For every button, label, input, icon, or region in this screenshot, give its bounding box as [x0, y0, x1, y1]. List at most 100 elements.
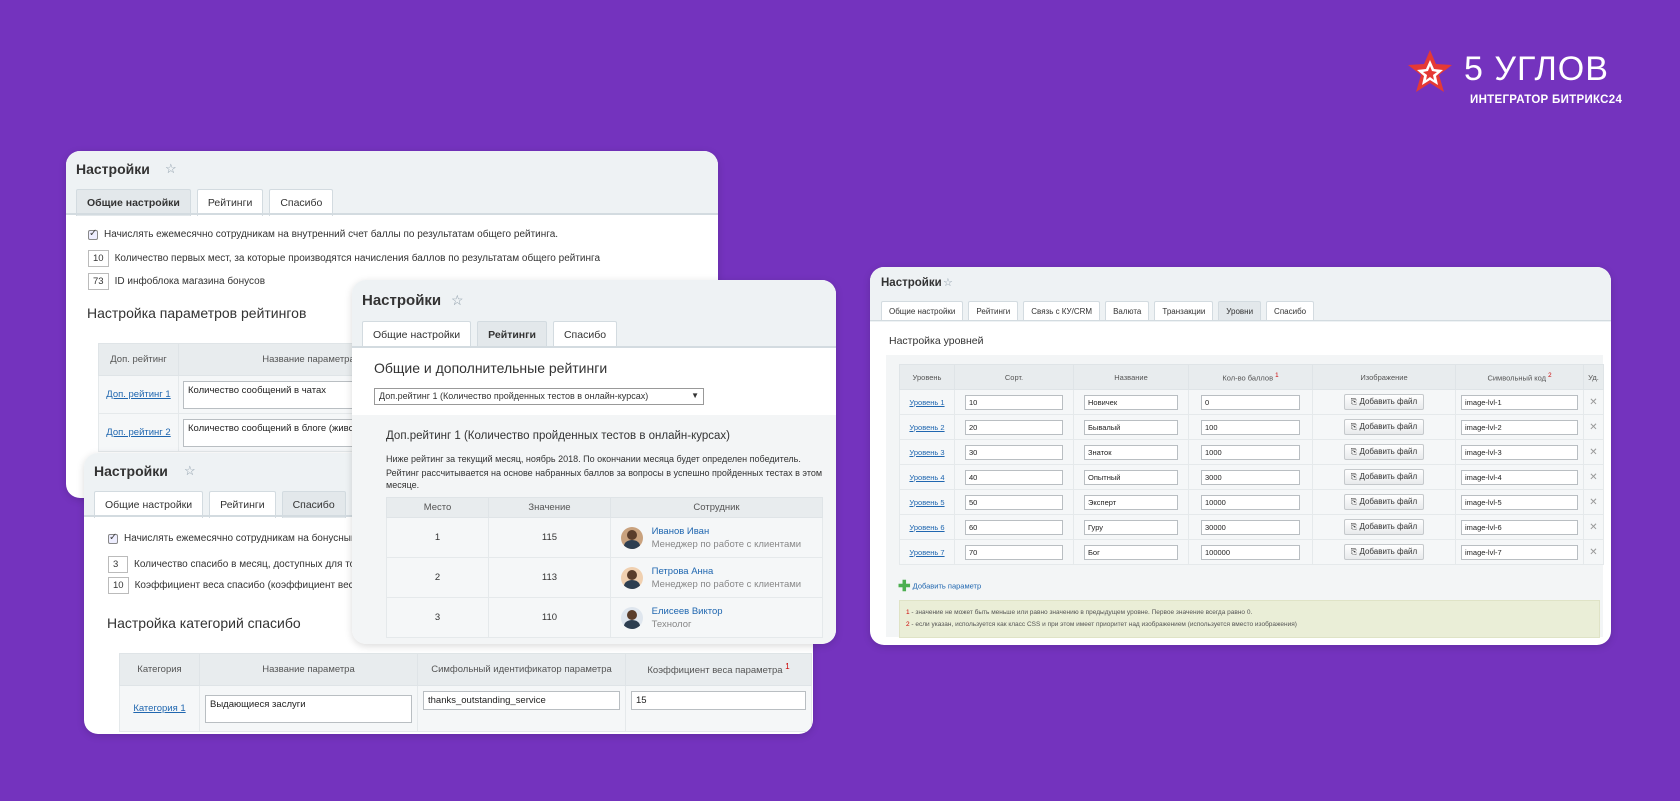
delete-icon[interactable]: ✕: [1589, 497, 1597, 508]
sort-input[interactable]: 70: [965, 544, 1063, 560]
tab-thanks[interactable]: Спасибо: [1266, 301, 1315, 321]
level-link[interactable]: Уровень 1: [909, 398, 944, 407]
places-input[interactable]: 10: [88, 250, 109, 267]
favorite-star-icon[interactable]: ☆: [165, 161, 177, 177]
add-file-button[interactable]: ⎘ Добавить файл: [1343, 544, 1425, 560]
monthly-bonus-checkbox[interactable]: [108, 532, 118, 544]
rating-description: Рейтинг рассчитывается на основе набранн…: [386, 468, 823, 478]
level-link[interactable]: Уровень 6: [909, 523, 944, 532]
points-input[interactable]: 1000: [1201, 444, 1300, 460]
level-name-input[interactable]: Бывалый: [1084, 419, 1178, 435]
level-link[interactable]: Уровень 5: [909, 498, 944, 507]
tab-ratings[interactable]: Рейтинги: [477, 321, 547, 348]
level-link[interactable]: Уровень 3: [909, 448, 944, 457]
tab-ratings[interactable]: Рейтинги: [968, 301, 1019, 321]
favorite-star-icon[interactable]: ☆: [184, 463, 196, 479]
tab-levels[interactable]: Уровни: [1218, 301, 1262, 321]
add-file-button[interactable]: ⎘ Добавить файл: [1343, 519, 1425, 535]
code-input[interactable]: image-lvl-4: [1461, 469, 1578, 485]
code-input[interactable]: image-lvl-7: [1461, 544, 1578, 560]
col-header: Уровень: [899, 364, 955, 390]
code-input[interactable]: image-lvl-1: [1461, 394, 1578, 410]
tab-general[interactable]: Общие настройки: [881, 301, 964, 321]
tab-crm[interactable]: Связь с КУ/CRM: [1023, 301, 1101, 321]
sort-input[interactable]: 60: [965, 519, 1063, 535]
employee-link[interactable]: Петрова Анна: [652, 565, 801, 578]
monthly-points-checkbox[interactable]: [88, 228, 98, 240]
tab-general[interactable]: Общие настройки: [94, 491, 204, 518]
code-input[interactable]: image-lvl-5: [1461, 494, 1578, 510]
paperclip-icon: ⎘: [1350, 422, 1358, 431]
thanks-count-row: 3 Количество спасибо в месяц, доступных д…: [108, 556, 380, 573]
rating-select[interactable]: Доп.рейтинг 1 (Количество пройденных тес…: [374, 388, 704, 405]
level-name-input[interactable]: Знаток: [1084, 444, 1178, 460]
code-input[interactable]: image-lvl-3: [1461, 444, 1578, 460]
iblock-input[interactable]: 73: [88, 273, 109, 290]
add-file-button[interactable]: ⎘ Добавить файл: [1343, 494, 1425, 510]
delete-icon[interactable]: ✕: [1589, 472, 1597, 483]
code-input[interactable]: image-lvl-6: [1461, 519, 1578, 535]
points-input[interactable]: 100000: [1201, 544, 1300, 560]
delete-icon[interactable]: ✕: [1589, 422, 1597, 433]
col-header: Кол-во баллов 1: [1188, 364, 1313, 390]
page-title: Настройки: [362, 292, 442, 309]
category-name-input[interactable]: Выдающиеся заслуги: [205, 694, 412, 723]
sort-input[interactable]: 10: [965, 394, 1063, 410]
points-input[interactable]: 3000: [1201, 469, 1300, 485]
tab-thanks[interactable]: Спасибо: [269, 189, 334, 216]
monthly-points-row: Начислять ежемесячно сотрудникам на внут…: [88, 228, 558, 240]
level-name-input[interactable]: Гуру: [1084, 519, 1178, 535]
category-coef-input[interactable]: 15: [631, 691, 806, 710]
tab-general[interactable]: Общие настройки: [76, 189, 191, 216]
brand-logo: 5 УГЛОВ ИНТЕГРАТОР БИТРИКС24: [1408, 48, 1622, 108]
tab-general[interactable]: Общие настройки: [362, 321, 472, 348]
points-input[interactable]: 100: [1201, 419, 1300, 435]
tab-ratings[interactable]: Рейтинги: [196, 189, 264, 216]
level-name-input[interactable]: Эксперт: [1084, 494, 1178, 510]
rating-link[interactable]: Доп. рейтинг 2: [106, 427, 170, 438]
sort-input[interactable]: 20: [965, 419, 1063, 435]
level-link[interactable]: Уровень 2: [909, 423, 944, 432]
category-link[interactable]: Категория 1: [133, 703, 185, 714]
favorite-star-icon[interactable]: ☆: [451, 292, 464, 309]
points-input[interactable]: 30000: [1201, 519, 1300, 535]
sort-input[interactable]: 30: [965, 444, 1063, 460]
points-input[interactable]: 0: [1201, 394, 1300, 410]
tab-transactions[interactable]: Транзакции: [1154, 301, 1214, 321]
employee-link[interactable]: Иванов Иван: [652, 525, 801, 538]
levels-table: Уровень Сорт. Название Кол-во баллов 1 И…: [899, 364, 1604, 565]
add-file-button[interactable]: ⎘ Добавить файл: [1343, 394, 1425, 410]
coef-input[interactable]: 10: [108, 577, 129, 594]
col-header: Сорт.: [954, 364, 1074, 390]
delete-icon[interactable]: ✕: [1589, 447, 1597, 458]
table-row: Уровень 3 30 Знаток 1000 ⎘ Добавить файл…: [899, 439, 1604, 465]
category-code-input[interactable]: thanks_outstanding_service: [423, 691, 620, 710]
add-file-button[interactable]: ⎘ Добавить файл: [1343, 444, 1425, 460]
tab-ratings[interactable]: Рейтинги: [209, 491, 276, 518]
level-link[interactable]: Уровень 4: [909, 473, 944, 482]
delete-icon[interactable]: ✕: [1589, 522, 1597, 533]
level-name-input[interactable]: Новичек: [1084, 394, 1178, 410]
sort-input[interactable]: 40: [965, 469, 1063, 485]
code-input[interactable]: image-lvl-2: [1461, 419, 1578, 435]
favorite-star-icon[interactable]: ☆: [943, 276, 953, 289]
add-file-button[interactable]: ⎘ Добавить файл: [1343, 469, 1425, 485]
delete-icon[interactable]: ✕: [1589, 397, 1597, 408]
level-name-input[interactable]: Опытный: [1084, 469, 1178, 485]
thanks-count-input[interactable]: 3: [108, 556, 128, 573]
level-link[interactable]: Уровень 7: [909, 548, 944, 557]
tab-currency[interactable]: Валюта: [1105, 301, 1150, 321]
sort-input[interactable]: 50: [965, 494, 1063, 510]
tab-thanks[interactable]: Спасибо: [552, 321, 618, 348]
add-param-link[interactable]: ✚ Добавить параметр: [898, 577, 981, 595]
paperclip-icon: ⎘: [1350, 397, 1358, 406]
add-file-button[interactable]: ⎘ Добавить файл: [1343, 419, 1425, 435]
employee-link[interactable]: Елисеев Виктор: [652, 605, 723, 618]
tab-thanks[interactable]: Спасибо: [281, 491, 346, 518]
level-name-input[interactable]: Бог: [1084, 544, 1178, 560]
rating-link[interactable]: Доп. рейтинг 1: [106, 389, 170, 400]
points-input[interactable]: 10000: [1201, 494, 1300, 510]
delete-icon[interactable]: ✕: [1589, 547, 1597, 558]
places-row: 10 Количество первых мест, за которые про…: [88, 250, 600, 267]
window-header: Настройки ☆ Общие настройки Рейтинги Спа…: [66, 151, 718, 216]
